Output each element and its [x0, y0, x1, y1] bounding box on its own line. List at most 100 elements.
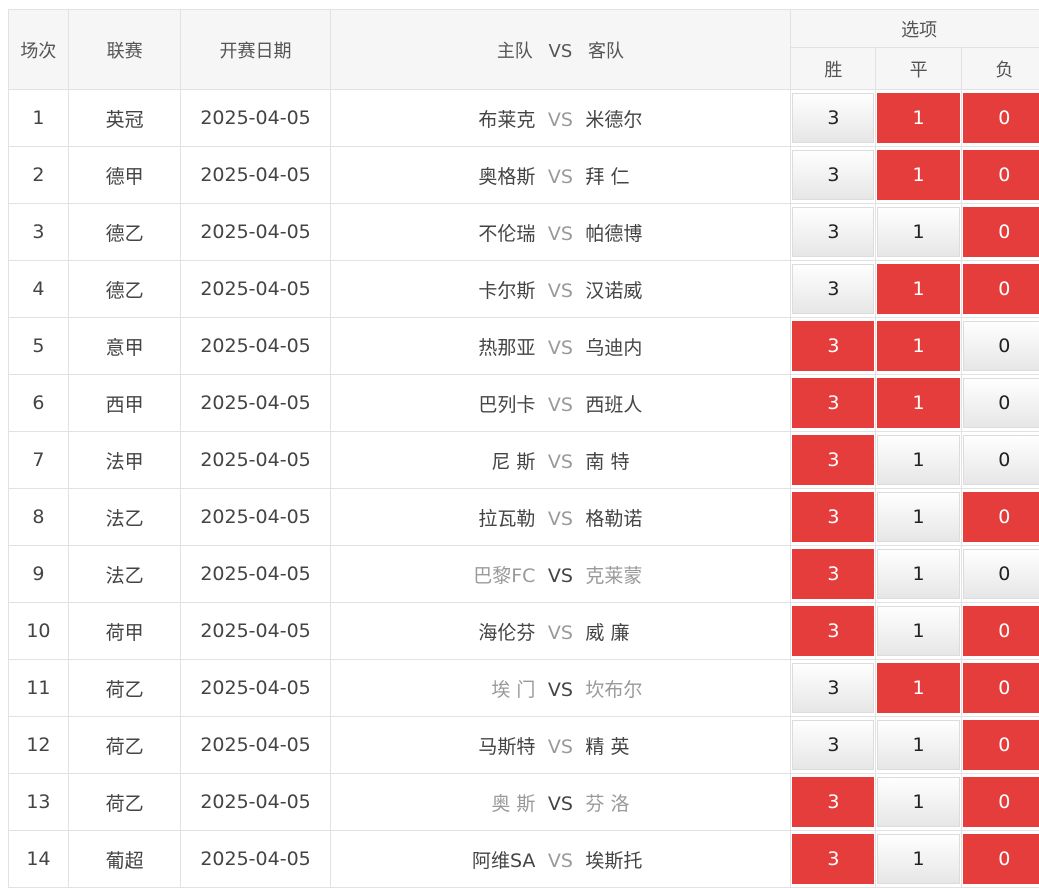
away-team: 格勒诺: [585, 504, 781, 531]
option-loss-button[interactable]: 0: [963, 435, 1039, 485]
header-win: 胜: [791, 48, 876, 90]
option-draw-button[interactable]: 1: [877, 93, 959, 143]
header-away: 客队: [588, 41, 624, 62]
option-draw-button[interactable]: 1: [877, 150, 959, 200]
vs-label: VS: [535, 736, 585, 758]
vs-label: VS: [535, 451, 585, 473]
option-loss-button[interactable]: 0: [963, 264, 1039, 314]
table-row: 11荷乙2025-04-05埃 门VS坎布尔310: [9, 660, 1039, 717]
home-team: 热那亚: [339, 333, 535, 360]
match-index: 4: [9, 261, 69, 318]
table-row: 3德乙2025-04-05不伦瑞VS帕德博310: [9, 204, 1039, 261]
option-loss-button[interactable]: 0: [963, 549, 1039, 599]
option-draw-button[interactable]: 1: [877, 378, 959, 428]
match-index: 3: [9, 204, 69, 261]
option-draw-button[interactable]: 1: [877, 549, 959, 599]
vs-label: VS: [535, 280, 585, 302]
option-loss-button[interactable]: 0: [963, 606, 1039, 656]
away-team: 威 廉: [585, 618, 781, 645]
vs-label: VS: [535, 793, 585, 815]
match-date: 2025-04-05: [181, 375, 330, 432]
option-win-button[interactable]: 3: [792, 378, 874, 428]
match-date: 2025-04-05: [181, 774, 330, 831]
option-win-button[interactable]: 3: [792, 264, 874, 314]
match-index: 14: [9, 831, 69, 888]
option-loss-button[interactable]: 0: [963, 777, 1039, 827]
option-loss-button[interactable]: 0: [963, 663, 1039, 713]
option-loss-button[interactable]: 0: [963, 492, 1039, 542]
match-index: 1: [9, 90, 69, 147]
option-draw-button[interactable]: 1: [877, 720, 959, 770]
option-draw-button[interactable]: 1: [877, 834, 959, 884]
option-loss-button[interactable]: 0: [963, 93, 1039, 143]
option-win-button[interactable]: 3: [792, 321, 874, 371]
match-teams: 卡尔斯VS汉诺威: [330, 261, 791, 318]
option-loss-button[interactable]: 0: [963, 207, 1039, 257]
option-loss-button[interactable]: 0: [963, 378, 1039, 428]
away-team: 帕德博: [585, 219, 781, 246]
away-team: 坎布尔: [585, 675, 781, 702]
match-index: 6: [9, 375, 69, 432]
option-draw-button[interactable]: 1: [877, 606, 959, 656]
vs-label: VS: [535, 508, 585, 530]
match-date: 2025-04-05: [181, 261, 330, 318]
match-teams: 奥 斯VS芬 洛: [330, 774, 791, 831]
option-win-button[interactable]: 3: [792, 834, 874, 884]
option-draw-button[interactable]: 1: [877, 435, 959, 485]
option-win-button[interactable]: 3: [792, 492, 874, 542]
match-teams: 巴黎FCVS克莱蒙: [330, 546, 791, 603]
match-index: 2: [9, 147, 69, 204]
match-league: 荷乙: [68, 774, 181, 831]
option-draw-button[interactable]: 1: [877, 264, 959, 314]
header-draw: 平: [876, 48, 961, 90]
table-row: 6西甲2025-04-05巴列卡VS西班人310: [9, 375, 1039, 432]
match-date: 2025-04-05: [181, 603, 330, 660]
home-team: 海伦芬: [339, 618, 535, 645]
home-team: 阿维SA: [339, 846, 535, 873]
away-team: 米德尔: [585, 105, 781, 132]
vs-label: VS: [535, 394, 585, 416]
option-win-button[interactable]: 3: [792, 150, 874, 200]
table-row: 7法甲2025-04-05尼 斯VS南 特310: [9, 432, 1039, 489]
match-date: 2025-04-05: [181, 717, 330, 774]
table-row: 9法乙2025-04-05巴黎FCVS克莱蒙310: [9, 546, 1039, 603]
option-loss-button[interactable]: 0: [963, 150, 1039, 200]
option-win-button[interactable]: 3: [792, 549, 874, 599]
option-win-button[interactable]: 3: [792, 777, 874, 827]
match-teams: 阿维SAVS埃斯托: [330, 831, 791, 888]
match-date: 2025-04-05: [181, 204, 330, 261]
table-row: 8法乙2025-04-05拉瓦勒VS格勒诺310: [9, 489, 1039, 546]
option-loss-button[interactable]: 0: [963, 834, 1039, 884]
table-row: 10荷甲2025-04-05海伦芬VS威 廉310: [9, 603, 1039, 660]
match-index: 9: [9, 546, 69, 603]
option-loss-button[interactable]: 0: [963, 321, 1039, 371]
option-loss-button[interactable]: 0: [963, 720, 1039, 770]
option-win-button[interactable]: 3: [792, 606, 874, 656]
option-win-button[interactable]: 3: [792, 93, 874, 143]
match-league: 西甲: [68, 375, 181, 432]
match-date: 2025-04-05: [181, 432, 330, 489]
table-row: 12荷乙2025-04-05马斯特VS精 英310: [9, 717, 1039, 774]
match-date: 2025-04-05: [181, 546, 330, 603]
match-index: 12: [9, 717, 69, 774]
option-draw-button[interactable]: 1: [877, 207, 959, 257]
match-teams: 不伦瑞VS帕德博: [330, 204, 791, 261]
match-league: 荷甲: [68, 603, 181, 660]
match-index: 8: [9, 489, 69, 546]
vs-label: VS: [535, 223, 585, 245]
home-team: 巴列卡: [339, 390, 535, 417]
option-draw-button[interactable]: 1: [877, 321, 959, 371]
option-draw-button[interactable]: 1: [877, 663, 959, 713]
option-win-button[interactable]: 3: [792, 435, 874, 485]
option-draw-button[interactable]: 1: [877, 492, 959, 542]
match-index: 10: [9, 603, 69, 660]
home-team: 马斯特: [339, 732, 535, 759]
option-win-button[interactable]: 3: [792, 663, 874, 713]
option-draw-button[interactable]: 1: [877, 777, 959, 827]
option-win-button[interactable]: 3: [792, 720, 874, 770]
match-league: 法乙: [68, 489, 181, 546]
table-row: 14葡超2025-04-05阿维SAVS埃斯托310: [9, 831, 1039, 888]
vs-label: VS: [535, 337, 585, 359]
match-teams: 热那亚VS乌迪内: [330, 318, 791, 375]
option-win-button[interactable]: 3: [792, 207, 874, 257]
